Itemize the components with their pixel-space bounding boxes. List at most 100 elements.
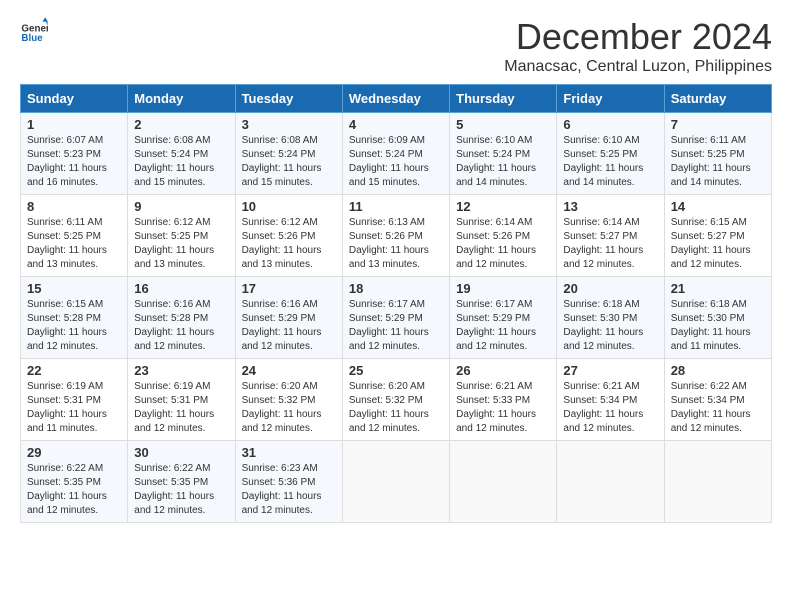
header-day-friday: Friday xyxy=(557,85,664,113)
day-number: 2 xyxy=(134,117,228,132)
day-number: 11 xyxy=(349,199,443,214)
day-info: Sunrise: 6:08 AMSunset: 5:24 PMDaylight:… xyxy=(134,134,228,190)
calendar-cell: 1 Sunrise: 6:07 AMSunset: 5:23 PMDaylight… xyxy=(21,113,128,195)
day-number: 1 xyxy=(27,117,121,132)
day-info: Sunrise: 6:16 AMSunset: 5:28 PMDaylight:… xyxy=(134,298,228,354)
calendar-cell: 25 Sunrise: 6:20 AMSunset: 5:32 PMDayligh… xyxy=(342,359,449,441)
header: General Blue December 2024 Manacsac, Cen… xyxy=(20,16,772,76)
day-number: 16 xyxy=(134,281,228,296)
calendar-cell xyxy=(342,441,449,523)
day-info: Sunrise: 6:20 AMSunset: 5:32 PMDaylight:… xyxy=(349,380,443,436)
header-day-thursday: Thursday xyxy=(450,85,557,113)
calendar-cell: 7Sunrise: 6:11 AMSunset: 5:25 PMDaylight… xyxy=(664,113,771,195)
day-info: Sunrise: 6:19 AMSunset: 5:31 PMDaylight:… xyxy=(134,380,228,436)
day-number: 4 xyxy=(349,117,443,132)
day-info: Sunrise: 6:23 AMSunset: 5:36 PMDaylight:… xyxy=(242,462,336,518)
subtitle: Manacsac, Central Luzon, Philippines xyxy=(504,58,772,76)
header-day-sunday: Sunday xyxy=(21,85,128,113)
day-info: Sunrise: 6:13 AMSunset: 5:26 PMDaylight:… xyxy=(349,216,443,272)
day-info: Sunrise: 6:21 AMSunset: 5:34 PMDaylight:… xyxy=(563,380,657,436)
calendar-cell: 13 Sunrise: 6:14 AMSunset: 5:27 PMDayligh… xyxy=(557,195,664,277)
calendar-cell: 31 Sunrise: 6:23 AMSunset: 5:36 PMDayligh… xyxy=(235,441,342,523)
calendar-cell xyxy=(450,441,557,523)
calendar-cell: 30 Sunrise: 6:22 AMSunset: 5:35 PMDayligh… xyxy=(128,441,235,523)
calendar-cell: 22 Sunrise: 6:19 AMSunset: 5:31 PMDayligh… xyxy=(21,359,128,441)
day-number: 10 xyxy=(242,199,336,214)
day-number: 27 xyxy=(563,363,657,378)
title-area: December 2024 Manacsac, Central Luzon, P… xyxy=(504,16,772,76)
logo: General Blue xyxy=(20,16,48,44)
calendar-cell: 11 Sunrise: 6:13 AMSunset: 5:26 PMDayligh… xyxy=(342,195,449,277)
day-number: 18 xyxy=(349,281,443,296)
calendar-cell: 9Sunrise: 6:12 AMSunset: 5:25 PMDaylight… xyxy=(128,195,235,277)
header-day-tuesday: Tuesday xyxy=(235,85,342,113)
day-number: 24 xyxy=(242,363,336,378)
day-number: 12 xyxy=(456,199,550,214)
day-info: Sunrise: 6:21 AMSunset: 5:33 PMDaylight:… xyxy=(456,380,550,436)
day-info: Sunrise: 6:08 AMSunset: 5:24 PMDaylight:… xyxy=(242,134,336,190)
day-info: Sunrise: 6:22 AMSunset: 5:34 PMDaylight:… xyxy=(671,380,765,436)
day-info: Sunrise: 6:20 AMSunset: 5:32 PMDaylight:… xyxy=(242,380,336,436)
header-day-saturday: Saturday xyxy=(664,85,771,113)
day-info: Sunrise: 6:15 AMSunset: 5:27 PMDaylight:… xyxy=(671,216,765,272)
calendar-week-5: 29Sunrise: 6:22 AMSunset: 5:35 PMDayligh… xyxy=(21,441,772,523)
day-info: Sunrise: 6:17 AMSunset: 5:29 PMDaylight:… xyxy=(456,298,550,354)
calendar-cell: 2 Sunrise: 6:08 AMSunset: 5:24 PMDaylight… xyxy=(128,113,235,195)
calendar-cell: 12Sunrise: 6:14 AMSunset: 5:26 PMDayligh… xyxy=(450,195,557,277)
calendar-cell: 17Sunrise: 6:16 AMSunset: 5:29 PMDayligh… xyxy=(235,277,342,359)
calendar-cell: 23 Sunrise: 6:19 AMSunset: 5:31 PMDayligh… xyxy=(128,359,235,441)
calendar-week-2: 8 Sunrise: 6:11 AMSunset: 5:25 PMDaylight… xyxy=(21,195,772,277)
day-info: Sunrise: 6:18 AMSunset: 5:30 PMDaylight:… xyxy=(671,298,765,354)
day-info: Sunrise: 6:18 AMSunset: 5:30 PMDaylight:… xyxy=(563,298,657,354)
day-info: Sunrise: 6:22 AMSunset: 5:35 PMDaylight:… xyxy=(27,462,121,518)
day-info: Sunrise: 6:10 AMSunset: 5:24 PMDaylight:… xyxy=(456,134,550,190)
calendar-cell: 16 Sunrise: 6:16 AMSunset: 5:28 PMDayligh… xyxy=(128,277,235,359)
calendar-cell: 26 Sunrise: 6:21 AMSunset: 5:33 PMDayligh… xyxy=(450,359,557,441)
day-info: Sunrise: 6:09 AMSunset: 5:24 PMDaylight:… xyxy=(349,134,443,190)
header-day-wednesday: Wednesday xyxy=(342,85,449,113)
calendar-cell: 4 Sunrise: 6:09 AMSunset: 5:24 PMDaylight… xyxy=(342,113,449,195)
day-number: 25 xyxy=(349,363,443,378)
day-number: 26 xyxy=(456,363,550,378)
day-info: Sunrise: 6:14 AMSunset: 5:27 PMDaylight:… xyxy=(563,216,657,272)
day-info: Sunrise: 6:19 AMSunset: 5:31 PMDaylight:… xyxy=(27,380,121,436)
day-info: Sunrise: 6:15 AMSunset: 5:28 PMDaylight:… xyxy=(27,298,121,354)
calendar-cell: 29Sunrise: 6:22 AMSunset: 5:35 PMDayligh… xyxy=(21,441,128,523)
day-number: 28 xyxy=(671,363,765,378)
day-info: Sunrise: 6:22 AMSunset: 5:35 PMDaylight:… xyxy=(134,462,228,518)
day-number: 15 xyxy=(27,281,121,296)
day-info: Sunrise: 6:12 AMSunset: 5:25 PMDaylight:… xyxy=(134,216,228,272)
day-info: Sunrise: 6:17 AMSunset: 5:29 PMDaylight:… xyxy=(349,298,443,354)
day-number: 14 xyxy=(671,199,765,214)
calendar-week-4: 22 Sunrise: 6:19 AMSunset: 5:31 PMDayligh… xyxy=(21,359,772,441)
svg-text:Blue: Blue xyxy=(21,33,43,44)
day-number: 13 xyxy=(563,199,657,214)
calendar-cell: 10Sunrise: 6:12 AMSunset: 5:26 PMDayligh… xyxy=(235,195,342,277)
calendar-cell: 3 Sunrise: 6:08 AMSunset: 5:24 PMDaylight… xyxy=(235,113,342,195)
calendar-cell: 27 Sunrise: 6:21 AMSunset: 5:34 PMDayligh… xyxy=(557,359,664,441)
page-title: December 2024 xyxy=(504,16,772,58)
calendar-cell: 5 Sunrise: 6:10 AMSunset: 5:24 PMDaylight… xyxy=(450,113,557,195)
calendar-cell: 14 Sunrise: 6:15 AMSunset: 5:27 PMDayligh… xyxy=(664,195,771,277)
header-day-monday: Monday xyxy=(128,85,235,113)
day-number: 31 xyxy=(242,445,336,460)
calendar-cell: 24 Sunrise: 6:20 AMSunset: 5:32 PMDayligh… xyxy=(235,359,342,441)
calendar-cell: 21Sunrise: 6:18 AMSunset: 5:30 PMDayligh… xyxy=(664,277,771,359)
logo-icon: General Blue xyxy=(20,16,48,44)
day-number: 17 xyxy=(242,281,336,296)
day-number: 5 xyxy=(456,117,550,132)
day-number: 8 xyxy=(27,199,121,214)
day-info: Sunrise: 6:07 AMSunset: 5:23 PMDaylight:… xyxy=(27,134,121,190)
calendar-cell xyxy=(664,441,771,523)
day-info: Sunrise: 6:10 AMSunset: 5:25 PMDaylight:… xyxy=(563,134,657,190)
day-number: 20 xyxy=(563,281,657,296)
day-number: 30 xyxy=(134,445,228,460)
calendar-header-row: SundayMondayTuesdayWednesdayThursdayFrid… xyxy=(21,85,772,113)
day-number: 22 xyxy=(27,363,121,378)
day-number: 7 xyxy=(671,117,765,132)
day-info: Sunrise: 6:11 AMSunset: 5:25 PMDaylight:… xyxy=(27,216,121,272)
day-number: 23 xyxy=(134,363,228,378)
calendar-cell: 8 Sunrise: 6:11 AMSunset: 5:25 PMDaylight… xyxy=(21,195,128,277)
calendar-table: SundayMondayTuesdayWednesdayThursdayFrid… xyxy=(20,84,772,523)
day-number: 3 xyxy=(242,117,336,132)
